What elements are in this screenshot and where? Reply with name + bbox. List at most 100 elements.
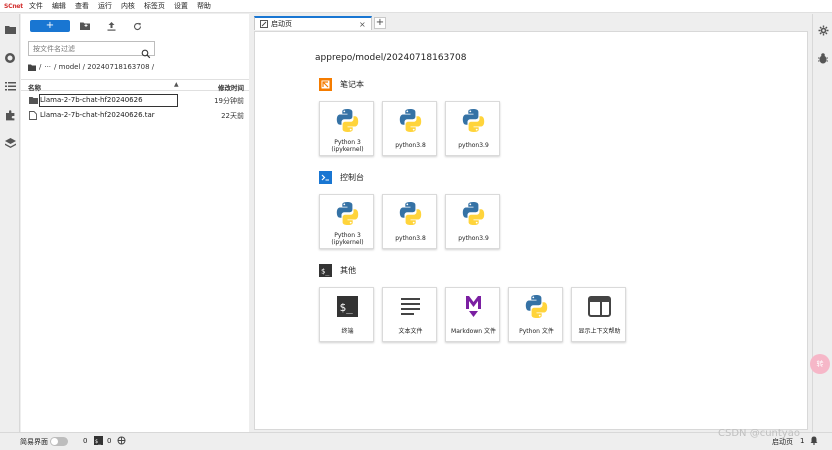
column-name[interactable]: 名称 [28, 82, 41, 92]
python-icon [461, 201, 486, 226]
property-inspector-icon[interactable] [816, 23, 830, 37]
tab-label: 启动页 [271, 20, 292, 28]
menu-bar: SCnet 文件 编辑 查看 运行 内核 标签页 设置 帮助 [0, 0, 832, 13]
tab-launcher[interactable]: 启动页 × [254, 16, 372, 30]
console-icon [319, 170, 332, 184]
file-modified: 19分钟前 [214, 97, 244, 105]
file-browser-toolbar: + [21, 14, 249, 38]
folder-icon [28, 64, 36, 71]
kernel-status-icon[interactable] [117, 436, 126, 447]
layers-icon[interactable] [3, 136, 17, 150]
menu-run[interactable]: 运行 [98, 1, 112, 11]
refresh-icon[interactable] [131, 20, 143, 32]
file-modified: 22天前 [221, 112, 244, 120]
text-file-icon [398, 294, 423, 319]
card-label: Python 文件 [519, 328, 554, 335]
card-label: python3.9 [458, 142, 489, 149]
launch-card-notebook-python38[interactable]: python3.8 [382, 101, 437, 156]
running-icon[interactable] [3, 51, 17, 65]
context-help-icon [587, 294, 612, 319]
python-icon [335, 108, 360, 133]
notebook-icon [319, 77, 332, 91]
file-row[interactable]: Llama-2-7b-chat-hf20240626 19分钟前 [21, 94, 249, 107]
file-name: Llama-2-7b-chat-hf20240626 [40, 96, 143, 104]
launch-card-python-file[interactable]: Python 文件 [508, 287, 563, 342]
launch-card-notebook-python3[interactable]: Python 3 (ipykernel) [319, 101, 374, 156]
sort-caret-icon[interactable]: ▲ [174, 81, 179, 88]
launch-card-terminal[interactable]: $_ 终端 [319, 287, 374, 342]
column-modified[interactable]: 修改时间 [218, 82, 244, 92]
float-assistant-button[interactable]: 转 [810, 354, 830, 374]
extension-icon[interactable] [3, 108, 17, 122]
card-label: Python 3 (ipykernel) [331, 139, 364, 153]
card-label: python3.8 [395, 235, 426, 242]
breadcrumb-ellipsis[interactable]: ··· [44, 63, 51, 71]
launch-card-text-file[interactable]: 文本文件 [382, 287, 437, 342]
kernel-count: 0 [83, 437, 88, 445]
svg-text:$_: $_ [340, 301, 354, 314]
file-name: Llama-2-7b-chat-hf20240626.tar [40, 111, 155, 119]
launch-card-console-python39[interactable]: python3.9 [445, 194, 500, 249]
section-title: 其他 [340, 265, 356, 275]
menu-file[interactable]: 文件 [29, 1, 43, 11]
file-browser: + / ··· / model / 20240718163708 / [21, 14, 249, 432]
new-launcher-button[interactable]: + [30, 20, 70, 32]
menu-settings[interactable]: 设置 [174, 1, 188, 11]
card-label: Python 3 (ipykernel) [331, 232, 364, 246]
launch-card-console-python3[interactable]: Python 3 (ipykernel) [319, 194, 374, 249]
menu-edit[interactable]: 编辑 [52, 1, 66, 11]
launch-card-context-help[interactable]: 显示上下文帮助 [571, 287, 626, 342]
python-icon [398, 108, 423, 133]
menu-view[interactable]: 查看 [75, 1, 89, 11]
folder-icon [29, 96, 38, 105]
close-icon[interactable]: × [359, 20, 368, 29]
section-notebook: 笔记本 [319, 77, 364, 91]
menu-kernel[interactable]: 内核 [121, 1, 135, 11]
main-area: 启动页 × + apprepo/model/20240718163708 笔记本… [250, 14, 812, 432]
svg-text:$_: $_ [95, 439, 102, 445]
menu-help[interactable]: 帮助 [197, 1, 211, 11]
upload-icon[interactable] [105, 20, 117, 32]
debugger-icon[interactable] [816, 51, 830, 65]
menu-tabs[interactable]: 标签页 [144, 1, 165, 11]
terminal-count: 0 [107, 437, 112, 445]
launcher-path: apprepo/model/20240718163708 [315, 53, 467, 63]
terminal-icon: $_ [319, 263, 332, 277]
breadcrumb-path[interactable]: / model / 20240718163708 / [54, 63, 154, 71]
app-window: SCnet 文件 编辑 查看 运行 内核 标签页 设置 帮助 + 按文件名过滤 … [0, 0, 832, 450]
card-label: 终端 [341, 328, 354, 335]
python-icon [461, 108, 486, 133]
status-page-count: 1 [800, 437, 805, 445]
toc-icon[interactable] [3, 79, 17, 93]
file-row[interactable]: Llama-2-7b-chat-hf20240626.tar 22天前 [21, 109, 249, 122]
launch-card-markdown-file[interactable]: Markdown 文件 [445, 287, 500, 342]
breadcrumb-root[interactable]: / [39, 63, 41, 71]
search-icon[interactable] [141, 44, 151, 59]
status-bar: 简易界面 0 $_ 0 启动页 1 [0, 432, 832, 450]
folder-icon[interactable] [3, 22, 17, 36]
add-tab-button[interactable]: + [374, 17, 386, 29]
left-sidebar [0, 14, 20, 432]
python-icon [398, 201, 423, 226]
toggle-knob [51, 438, 58, 445]
card-label: python3.9 [458, 235, 489, 242]
section-title: 笔记本 [340, 79, 364, 89]
section-console: 控制台 [319, 170, 364, 184]
launch-card-console-python38[interactable]: python3.8 [382, 194, 437, 249]
section-title: 控制台 [340, 172, 364, 182]
file-filter-input[interactable] [33, 43, 133, 54]
file-list-header: 名称 ▲ 修改时间 [21, 79, 249, 92]
breadcrumb: / ··· / model / 20240718163708 / [28, 62, 157, 72]
simple-mode-label: 简易界面 [20, 438, 48, 446]
markdown-icon [461, 294, 486, 319]
bell-icon[interactable] [810, 436, 818, 447]
card-label: Markdown 文件 [451, 328, 496, 335]
card-label: 文本文件 [398, 328, 423, 335]
file-icon [29, 111, 38, 120]
terminal-icon: $_ [335, 294, 360, 319]
card-label: python3.8 [395, 142, 426, 149]
new-folder-icon[interactable] [79, 20, 91, 32]
terminal-status-icon[interactable]: $_ [94, 436, 103, 447]
simple-mode-toggle[interactable] [50, 437, 68, 446]
launch-card-notebook-python39[interactable]: python3.9 [445, 101, 500, 156]
